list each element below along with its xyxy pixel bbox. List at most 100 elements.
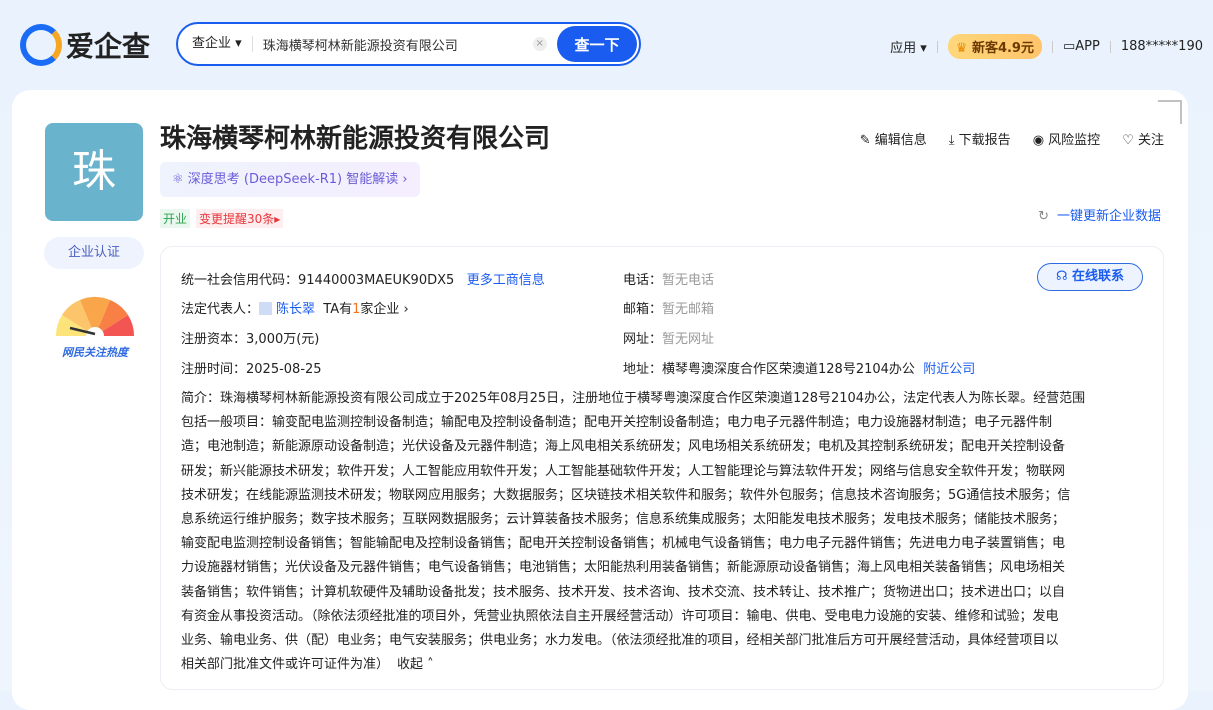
email-row: 邮箱：暂无邮箱 (623, 298, 714, 317)
ai-label: 深度思考 (DeepSeek-R1) 智能解读 (188, 172, 398, 187)
summary-text: 技术研发；在线能源监测技术研发；物联网应用服务；大数据服务；区块链技术相关软件和… (181, 488, 1070, 503)
search-type-label: 查企业 (192, 36, 231, 51)
summary-text: 输变配电监测控制设备销售；智能输配电及控制设备销售；配电开关控制设备销售；机械电… (181, 536, 1065, 551)
company-name: 珠海横琴柯林新能源投资有限公司 (160, 118, 550, 155)
risk-monitor-button[interactable]: ◉ 风险监控 (1033, 129, 1101, 148)
vip-label: 新客4.9元 (972, 41, 1034, 56)
summary-line: 造；电池制造；新能源原动设备制造；光伏设备及元器件制造；海上风电相关系统研发；风… (181, 435, 1085, 459)
search-bar: 查企业 ▾ × 查一下 (176, 22, 641, 66)
company-summary: 简介：珠海横琴柯林新能源投资有限公司成立于2025年08月25日，注册地位于横琴… (181, 387, 1085, 677)
email-value: 暂无邮箱 (662, 302, 714, 317)
gauge-icon (52, 292, 138, 338)
address-value: 横琴粤澳深度合作区荣澳道128号2104办公 (662, 362, 915, 377)
change-alert-label: 变更提醒30条 (199, 212, 274, 226)
address-row: 地址：横琴粤澳深度合作区荣澳道128号2104办公 附近公司 (623, 358, 975, 377)
summary-line: 包括一般项目：输变配电监测控制设备制造；输配电及控制设备制造；配电开关控制设备制… (181, 411, 1085, 435)
address-label: 地址： (623, 362, 662, 377)
monitor-label: 风险监控 (1048, 133, 1100, 148)
date-value: 2025-08-25 (246, 362, 322, 377)
credit-label: 统一社会信用代码： (181, 273, 298, 288)
divider (1110, 41, 1111, 53)
date-row: 注册时间：2025-08-25 (181, 358, 322, 377)
download-report-button[interactable]: ⤓ 下载报告 (949, 129, 1011, 148)
follow-button[interactable]: ♡ 关注 (1122, 129, 1164, 148)
company-avatar: 珠 (45, 123, 143, 221)
summary-line: 业务、输电业务、供（配）电业务；电气安装服务；供电业务；水力发电。（依法须经批准… (181, 629, 1085, 653)
website-value: 暂无网址 (662, 332, 714, 347)
vip-badge[interactable]: ♛ 新客4.9元 (948, 34, 1042, 59)
status-tags: 开业 变更提醒30条▸ (160, 209, 283, 228)
collapse-button[interactable]: 收起 ˄ (397, 657, 434, 672)
divider (1052, 41, 1053, 53)
summary-line: 相关部门批准文件或许可证件为准）收起 ˄ (181, 653, 1085, 677)
ta-suffix: 家企业 (360, 302, 399, 317)
date-label: 注册时间： (181, 362, 246, 377)
ta-companies-link[interactable]: TA有1家企业 › (323, 302, 408, 317)
logo[interactable]: 爱企查 (20, 24, 150, 66)
heart-icon: ♡ (1122, 133, 1134, 148)
summary-line: 力设施器材销售；光伏设备及元器件销售；电气设备销售；电池销售；太阳能热利用装备销… (181, 556, 1085, 580)
logo-text: 爱企查 (66, 25, 150, 65)
ai-analysis-button[interactable]: ⚛ 深度思考 (DeepSeek-R1) 智能解读 › (160, 162, 420, 197)
refresh-data-button[interactable]: ↻ 一键更新企业数据 (1038, 205, 1161, 224)
credit-value: 91440003MAEUK90DX5 (298, 273, 454, 288)
summary-text: 力设施器材销售；光伏设备及元器件销售；电气设备销售；电池销售；太阳能热利用装备销… (181, 560, 1065, 575)
apps-menu[interactable]: 应用 ▾ (890, 37, 927, 56)
apps-label: 应用 (890, 41, 916, 56)
search-button[interactable]: 查一下 (557, 26, 637, 62)
company-card: 珠 企业认证 网民关注热度 珠海横琴柯林新能源投资有限公司 ⚛ 深度思考 (De… (12, 90, 1188, 710)
summary-text: 简介：珠海横琴柯林新能源投资有限公司成立于2025年08月25日，注册地位于横琴… (181, 391, 1085, 406)
phone-value: 暂无电话 (662, 273, 714, 288)
summary-line: 研发；新兴能源技术研发；软件开发；人工智能应用软件开发；人工智能基础软件开发；人… (181, 460, 1085, 484)
atom-icon: ⚛ (172, 172, 184, 187)
eye-icon: ◉ (1033, 133, 1044, 148)
phone-row: 电话：暂无电话 (623, 269, 714, 288)
summary-line: 有资金从事投资活动。（除依法须经批准的项目外，凭营业执照依法自主开展经营活动）许… (181, 605, 1085, 629)
summary-text: 有资金从事投资活动。（除依法须经批准的项目外，凭营业执照依法自主开展经营活动）许… (181, 609, 1059, 624)
capital-value: 3,000万(元) (246, 332, 319, 347)
top-nav: 应用 ▾ ♛ 新客4.9元 ▭APP 188*****190 (890, 34, 1203, 59)
app-link[interactable]: ▭APP (1063, 39, 1100, 54)
certification-button[interactable]: 企业认证 (44, 237, 144, 269)
user-account[interactable]: 188*****190 (1121, 39, 1203, 54)
website-row: 网址：暂无网址 (623, 328, 714, 347)
summary-text: 业务、输电业务、供（配）电业务；电气安装服务；供电业务；水力发电。（依法须经批准… (181, 633, 1059, 648)
collapse-label: 收起 (397, 657, 423, 672)
logo-icon (20, 24, 62, 66)
edit-info-button[interactable]: ✎ 编辑信息 (860, 129, 927, 148)
heat-gauge[interactable]: 网民关注热度 (52, 292, 138, 360)
headset-icon: ☊ (1056, 269, 1068, 284)
download-icon: ⤓ (949, 133, 955, 148)
credit-code-row: 统一社会信用代码：91440003MAEUK90DX5 更多工商信息 (181, 269, 545, 288)
summary-text: 造；电池制造；新能源原动设备制造；光伏设备及元器件制造；海上风电相关系统研发；风… (181, 439, 1065, 454)
crown-icon: ♛ (956, 41, 968, 56)
summary-line: 输变配电监测控制设备销售；智能输配电及控制设备销售；配电开关控制设备销售；机械电… (181, 532, 1085, 556)
more-info-link[interactable]: 更多工商信息 (467, 273, 545, 288)
summary-line: 装备销售；软件销售；计算机软硬件及辅助设备批发；技术服务、技术开发、技术咨询、技… (181, 581, 1085, 605)
clear-icon[interactable]: × (533, 37, 547, 51)
nearby-companies-link[interactable]: 附近公司 (923, 362, 975, 377)
edit-label: 编辑信息 (875, 133, 927, 148)
person-icon (259, 302, 272, 315)
qr-code-icon[interactable] (1158, 100, 1182, 124)
change-alert-badge[interactable]: 变更提醒30条▸ (196, 209, 283, 228)
phone-icon: ▭ (1063, 39, 1075, 54)
refresh-icon: ↻ (1038, 209, 1049, 224)
online-contact-button[interactable]: ☊ 在线联系 (1037, 263, 1143, 291)
phone-label: 电话： (623, 273, 662, 288)
divider (937, 41, 938, 53)
summary-text: 包括一般项目：输变配电监测控制设备制造；输配电及控制设备制造；配电开关控制设备制… (181, 415, 1052, 430)
search-type-dropdown[interactable]: 查企业 ▾ (178, 36, 253, 52)
summary-text: 装备销售；软件销售；计算机软硬件及辅助设备批发；技术服务、技术开发、技术咨询、技… (181, 585, 1065, 600)
summary-line: 息系统运行维护服务；数字技术服务；互联网数据服务；云计算装备技术服务；信息系统集… (181, 508, 1085, 532)
capital-label: 注册资本： (181, 332, 246, 347)
refresh-label: 一键更新企业数据 (1057, 209, 1161, 224)
download-label: 下载报告 (959, 133, 1011, 148)
summary-text: 息系统运行维护服务；数字技术服务；互联网数据服务；云计算装备技术服务；信息系统集… (181, 512, 1065, 527)
legal-label: 法定代表人： (181, 302, 259, 317)
legal-rep-link[interactable]: 陈长翠 (276, 302, 315, 317)
summary-text: 研发；新兴能源技术研发；软件开发；人工智能应用软件开发；人工智能基础软件开发；人… (181, 464, 1065, 479)
summary-line: 简介：珠海横琴柯林新能源投资有限公司成立于2025年08月25日，注册地位于横琴… (181, 387, 1085, 411)
search-input[interactable] (263, 37, 523, 52)
heat-label: 网民关注热度 (52, 344, 138, 360)
